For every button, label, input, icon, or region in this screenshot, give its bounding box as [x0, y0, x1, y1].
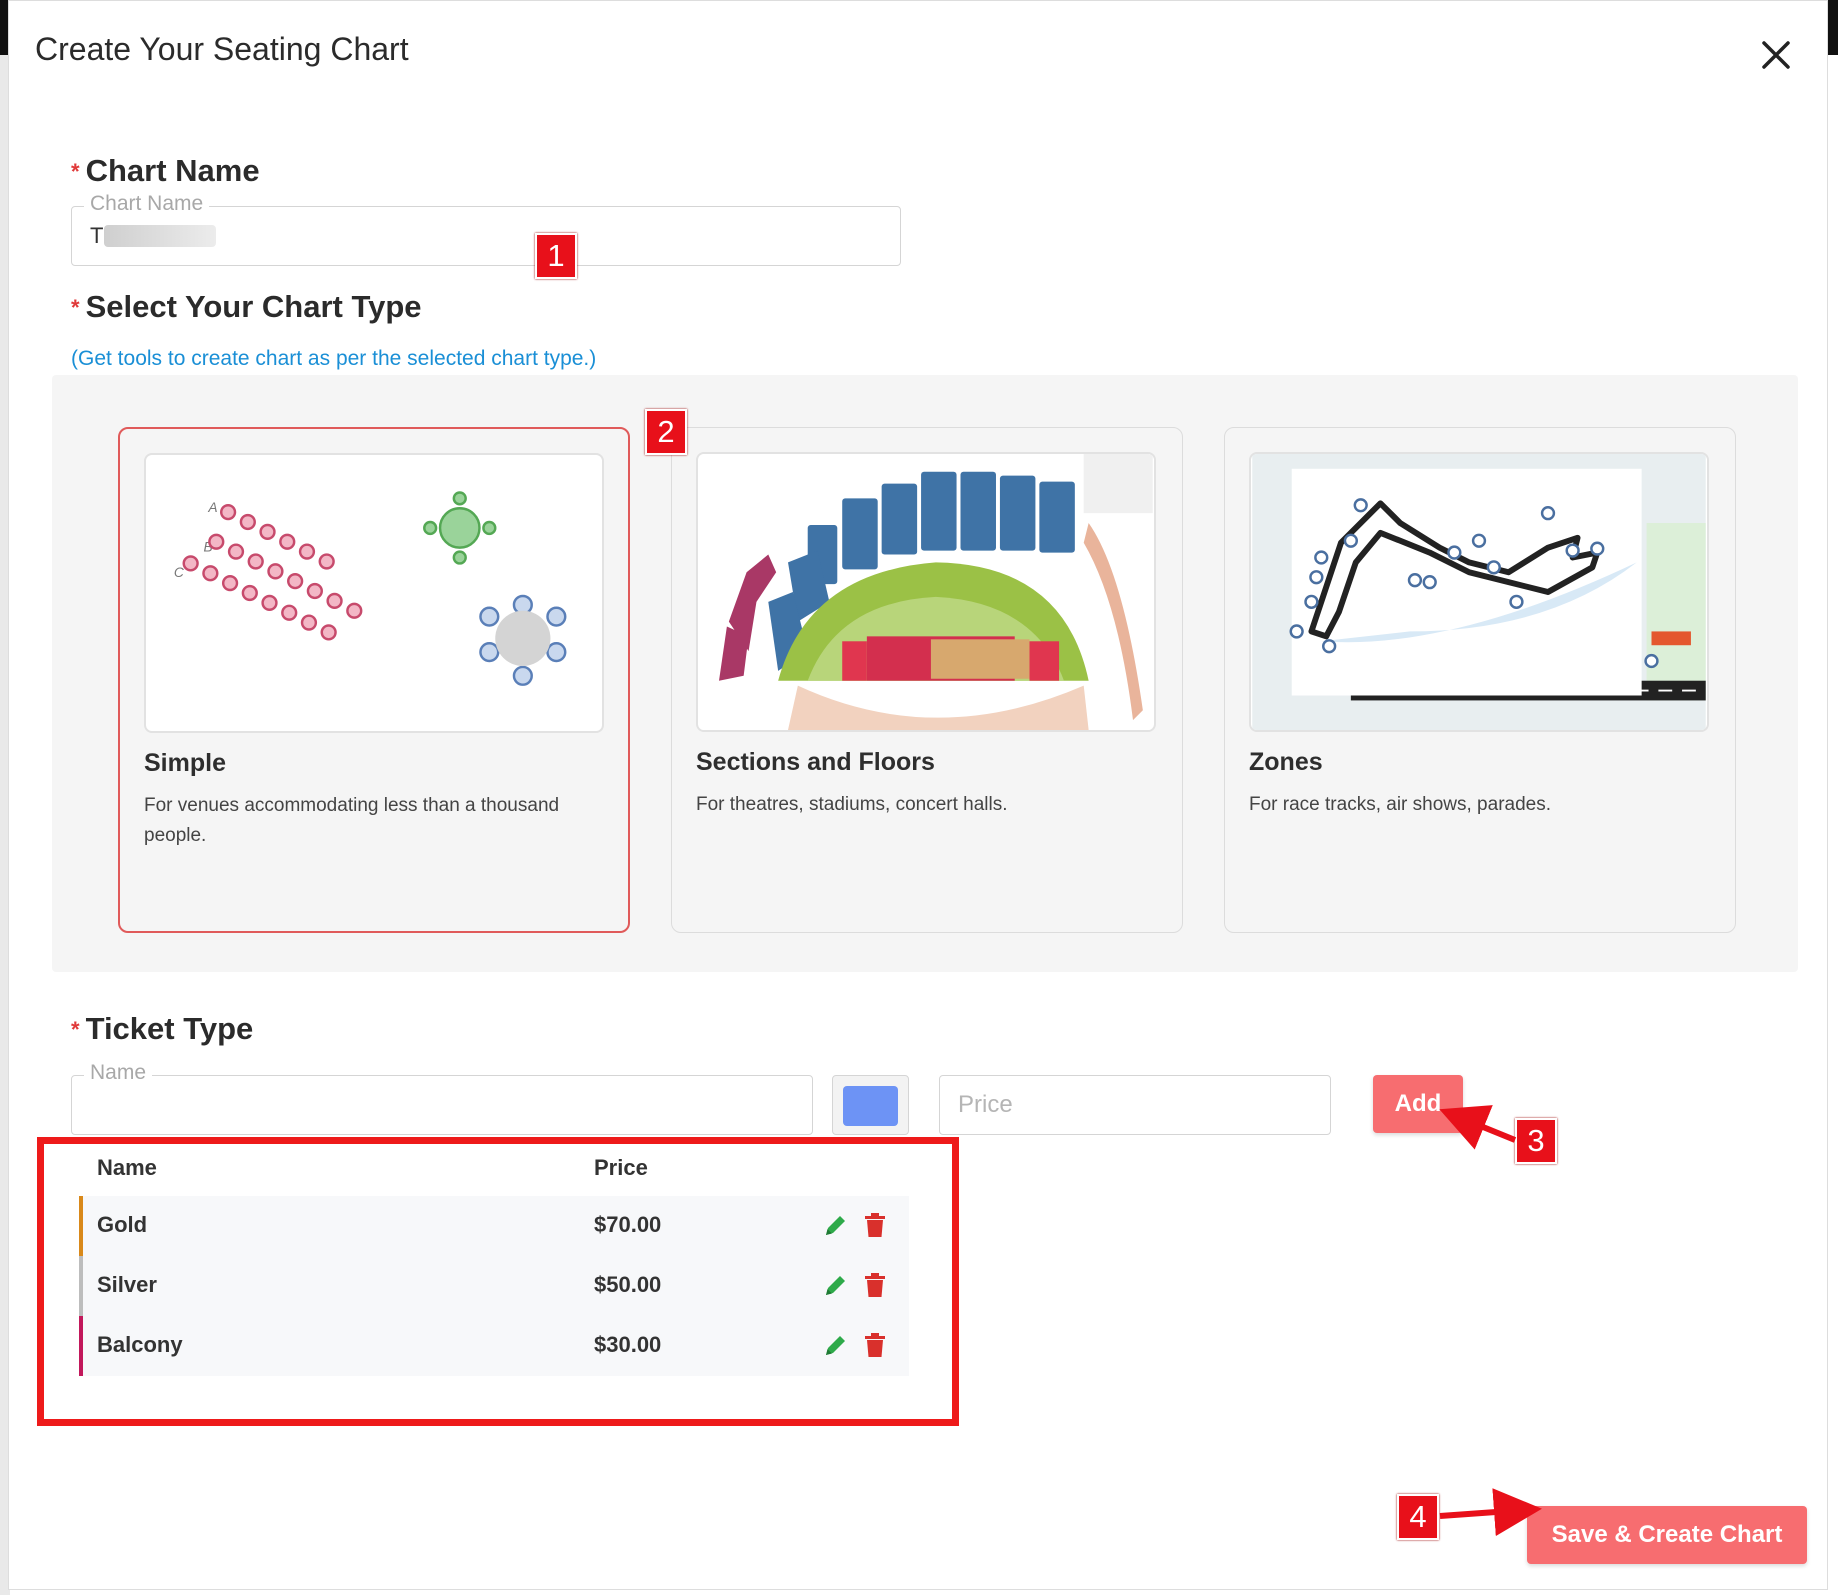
seat-mark [259, 523, 276, 541]
backdrop-bar-right [1828, 0, 1838, 55]
annotation-marker-3: 3 [1515, 1118, 1557, 1164]
svg-text:A: A [207, 500, 217, 515]
seat-mark [298, 543, 316, 560]
ticket-type-heading: * Ticket Type [71, 1011, 253, 1047]
chart-type-title: Simple [144, 749, 226, 777]
add-ticket-type-button[interactable]: Add [1373, 1075, 1463, 1133]
required-mark: * [71, 159, 80, 184]
seat-mark [326, 592, 343, 610]
chart-type-heading-text: Select Your Chart Type [85, 289, 422, 324]
seat-mark [346, 602, 363, 619]
chart-type-hint: (Get tools to create chart as per the se… [71, 347, 597, 370]
seat-mark [306, 582, 323, 600]
seat-mark [227, 543, 245, 560]
color-picker[interactable] [832, 1075, 909, 1135]
ticket-name-input[interactable]: Name [71, 1061, 813, 1135]
seat-mark [267, 563, 284, 580]
seat-mark [239, 513, 256, 531]
seat-mark [219, 504, 237, 521]
annotation-marker-2: 2 [645, 409, 687, 455]
ticket-name-float-label: Name [84, 1061, 153, 1085]
price-input[interactable]: Price [939, 1075, 1331, 1135]
chart-type-description: For venues accommodating less than a tho… [144, 795, 560, 846]
seat-mark [261, 594, 278, 611]
chart-type-card-zones[interactable]: Zones For race tracks, air shows, parade… [1224, 427, 1736, 933]
chart-name-heading-text: Chart Name [85, 153, 260, 188]
seat-mark [182, 555, 199, 572]
simple-preview-image: ABC [144, 453, 604, 733]
chart-type-description: For race tracks, air shows, parades. [1249, 794, 1551, 815]
annotation-highlight-box [37, 1137, 959, 1426]
svg-text:C: C [174, 565, 185, 580]
sections-floors-preview-image [696, 452, 1156, 732]
seat-mark [320, 624, 337, 641]
chart-name-heading: * Chart Name [71, 153, 260, 189]
annotation-marker-1: 1 [535, 233, 577, 279]
close-icon[interactable] [1754, 33, 1798, 77]
modal-title: Create Your Seating Chart [35, 31, 409, 67]
chart-name-float-label: Chart Name [84, 192, 210, 216]
chart-type-heading: * Select Your Chart Type [71, 289, 422, 325]
chart-type-title: Zones [1249, 748, 1323, 776]
zones-preview-image [1249, 452, 1709, 732]
seat-mark [247, 553, 264, 570]
chart-type-card-sections-floors[interactable]: Sections and Floors For theatres, stadiu… [671, 427, 1183, 933]
chart-name-value: T [90, 223, 104, 248]
ticket-type-heading-text: Ticket Type [85, 1011, 254, 1046]
save-create-chart-button[interactable]: Save & Create Chart [1527, 1506, 1807, 1564]
seat-mark [287, 573, 304, 590]
chart-type-panel: ABC Simple For venues accommodating less… [52, 375, 1798, 972]
redacted-text [104, 225, 216, 247]
seat-mark [241, 584, 258, 602]
seat-mark [279, 533, 296, 550]
seat-mark [300, 614, 318, 631]
chart-name-input[interactable]: Chart Name T [71, 192, 901, 266]
required-mark: * [71, 295, 80, 320]
chart-type-title: Sections and Floors [696, 748, 935, 776]
price-placeholder: Price [958, 1091, 1013, 1118]
seat-mark [281, 604, 298, 621]
chart-type-description: For theatres, stadiums, concert halls. [696, 794, 1008, 815]
required-mark: * [71, 1017, 80, 1042]
selected-color-swatch [843, 1086, 898, 1126]
seat-mark [221, 575, 239, 592]
seat-mark [208, 533, 225, 550]
seat-mark [318, 553, 335, 570]
seat-mark [202, 565, 219, 582]
annotation-marker-4: 4 [1397, 1494, 1439, 1540]
chart-type-card-simple[interactable]: ABC Simple For venues accommodating less… [118, 427, 630, 933]
